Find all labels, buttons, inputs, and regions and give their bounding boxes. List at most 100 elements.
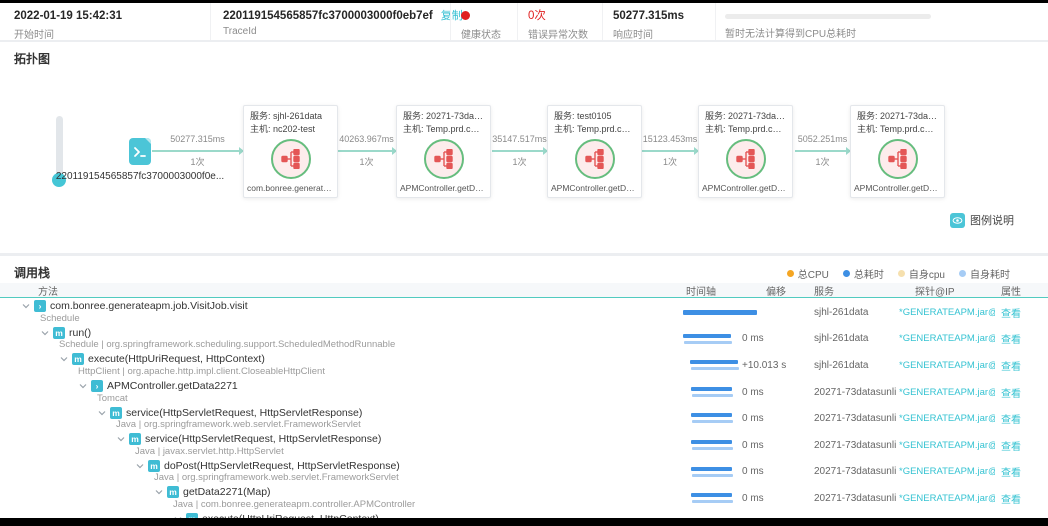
chevron-down-icon[interactable] — [117, 435, 125, 443]
topology-node[interactable]: 服务: sjhl-261data 主机: nc202-test com.bonr… — [243, 105, 338, 198]
legend-dot — [787, 270, 794, 277]
timeline-bar-total — [691, 467, 732, 471]
edge-line — [337, 150, 396, 152]
timeline-bar-total — [683, 310, 757, 315]
timeline-cell — [660, 459, 738, 486]
method-cell: m execute(HttpUriRequest, HttpContext) H… — [0, 353, 660, 378]
method-title[interactable]: APMController.getData2271 — [107, 380, 238, 392]
callstack-row[interactable]: m run() Schedule | org.springframework.s… — [0, 326, 1048, 353]
method-title[interactable]: service(HttpServletRequest, HttpServletR… — [145, 433, 381, 445]
legend-label: 总耗时 — [854, 266, 884, 281]
legend-item: 自身耗时 — [959, 266, 1010, 281]
trace-entry-icon[interactable] — [129, 138, 151, 165]
timeline-cell — [660, 352, 738, 379]
column-header-attr: 属性 — [995, 283, 1048, 298]
probe-link[interactable]: *GENERATEAPM.jar@10.241.3.204 — [895, 466, 995, 477]
chevron-down-icon[interactable] — [60, 355, 68, 363]
node-service: 服务: 20271-73datasunli — [397, 110, 490, 123]
method-title[interactable]: com.bonree.generateapm.job.VisitJob.visi… — [50, 300, 248, 312]
timeline-bar-total — [690, 360, 738, 364]
fold-corner — [145, 138, 151, 144]
method-title[interactable]: run() — [69, 327, 91, 339]
service-node-icon — [878, 139, 918, 179]
timeline-bar-self — [692, 420, 733, 423]
callstack-row[interactable]: › com.bonree.generateapm.job.VisitJob.vi… — [0, 299, 1048, 326]
callstack-row[interactable]: m execute(HttpUriRequest, HttpContext) H… — [0, 352, 1048, 379]
edge-line — [152, 150, 243, 152]
topology-node[interactable]: 服务: test0105 主机: Temp.prd.comm.vm.by.idc… — [547, 105, 642, 198]
legend-label: 自身cpu — [909, 266, 945, 281]
topology-edge: 50277.315ms 1次 — [152, 134, 243, 170]
edge-count: 1次 — [152, 155, 243, 168]
callstack-row[interactable]: m doPost(HttpServletRequest, HttpServlet… — [0, 459, 1048, 486]
topology-node[interactable]: 服务: 20271-73datasunli 主机: Temp.prd.comm.… — [698, 105, 793, 198]
method-title[interactable]: getData2271(Map) — [183, 486, 271, 498]
eye-icon — [950, 213, 965, 228]
service-node-icon — [575, 139, 615, 179]
view-link[interactable]: 查看 — [995, 331, 1048, 346]
probe-link[interactable]: *GENERATEAPM.jar@10.241.3.204 — [895, 387, 995, 398]
method-subtitle: Tomcat — [97, 393, 660, 405]
method-icon: m — [167, 486, 179, 498]
node-service: 服务: 20271-73datasunli — [699, 110, 792, 123]
chevron-down-icon[interactable] — [136, 462, 144, 470]
topology-node[interactable]: 服务: 20271-73datasunli 主机: Temp.prd.comm.… — [850, 105, 945, 198]
method-title[interactable]: doPost(HttpServletRequest, HttpServletRe… — [164, 460, 400, 472]
callstack-row[interactable]: m getData2271(Map) Java | com.bonree.gen… — [0, 485, 1048, 512]
error-count-value: 0次 — [528, 9, 602, 23]
chevron-down-icon[interactable] — [155, 488, 163, 496]
column-header-timeline: 时间轴 — [660, 283, 738, 298]
probe-link[interactable]: *GENERATEAPM.jar@10.241.3.202 — [895, 360, 995, 371]
trace-entry-label: 220119154565857fc3700003000f0e... — [40, 171, 240, 182]
chevron-down-icon[interactable] — [98, 409, 106, 417]
callstack-row[interactable]: m service(HttpServletRequest, HttpServle… — [0, 405, 1048, 432]
service-value: 20271-73datasunli — [810, 466, 895, 477]
service-value: sjhl-261data — [810, 333, 895, 344]
node-method: com.bonree.generateapm.job.Vis... — [247, 183, 334, 193]
service-value: 20271-73datasunli — [810, 493, 895, 504]
callstack-row[interactable]: m execute(HttpUriRequest, HttpContext) +… — [0, 512, 1048, 518]
view-link[interactable]: 查看 — [995, 438, 1048, 453]
timeline-cell — [660, 326, 738, 353]
view-link[interactable]: 查看 — [995, 491, 1048, 506]
health-status-block: 健康状态 — [450, 3, 517, 40]
offset-value: 0 ms — [738, 387, 810, 398]
probe-link[interactable]: *GENERATEAPM.jar@10.241.3.204 — [895, 440, 995, 451]
method-title[interactable]: service(HttpServletRequest, HttpServletR… — [126, 407, 362, 419]
trace-summary-header: 2022-01-19 15:42:31 开始时间 220119154565857… — [0, 3, 1048, 40]
chevron-down-icon[interactable] — [174, 515, 182, 518]
offset-value: 0 ms — [738, 333, 810, 344]
view-link[interactable]: 查看 — [995, 385, 1048, 400]
node-method: APMController.getData2273 — [854, 183, 941, 193]
view-link[interactable]: 查看 — [995, 358, 1048, 373]
topology-canvas: 220119154565857fc3700003000f0e... 50277.… — [0, 42, 1048, 253]
probe-link[interactable]: *GENERATEAPM.jar@10.241.3.204 — [895, 493, 995, 504]
method-icon: m — [148, 460, 160, 472]
callstack-row[interactable]: › APMController.getData2271 Tomcat 0 ms … — [0, 379, 1048, 406]
timeline-cell — [660, 485, 738, 512]
callstack-row[interactable]: m service(HttpServletRequest, HttpServle… — [0, 432, 1048, 459]
probe-link[interactable]: *GENERATEAPM.jar@10.241.3.202 — [895, 333, 995, 344]
method-title[interactable]: execute(HttpUriRequest, HttpContext) — [88, 353, 265, 365]
chevron-down-icon[interactable] — [22, 302, 30, 310]
timeline-cell — [660, 379, 738, 406]
chevron-down-icon[interactable] — [41, 329, 49, 337]
timeline-bar-self — [691, 367, 739, 370]
method-title[interactable]: execute(HttpUriRequest, HttpContext) — [202, 513, 379, 518]
legend-dot — [959, 270, 966, 277]
probe-link[interactable]: *GENERATEAPM.jar@10.241.3.204 — [895, 413, 995, 424]
method-cell: m service(HttpServletRequest, HttpServle… — [0, 406, 660, 431]
legend-button[interactable]: 图例说明 — [950, 212, 1014, 228]
view-link[interactable]: 查看 — [995, 411, 1048, 426]
edge-line — [492, 150, 547, 152]
view-link[interactable]: 查看 — [995, 464, 1048, 479]
probe-link[interactable]: *GENERATEAPM.jar@10.241.3.202 — [895, 307, 995, 318]
service-value: sjhl-261data — [810, 307, 895, 318]
cpu-total-label: 暂时无法计算得到CPU总耗时 — [725, 25, 1048, 40]
offset-value: 0 ms — [738, 493, 810, 504]
edge-count: 1次 — [492, 155, 547, 168]
topology-node[interactable]: 服务: 20271-73datasunli 主机: Temp.prd.comm.… — [396, 105, 491, 198]
edge-line — [795, 150, 850, 152]
view-link[interactable]: 查看 — [995, 305, 1048, 320]
chevron-down-icon[interactable] — [79, 382, 87, 390]
